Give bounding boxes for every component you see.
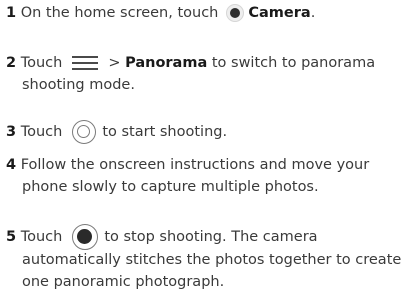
step-5: 5 Touch to stop shooting. The camera (6, 224, 318, 250)
step-number: 1 (6, 5, 17, 21)
shutter-icon (72, 120, 97, 144)
menu-icon (72, 54, 99, 72)
step-text-end: to stop shooting. The camera (104, 229, 318, 245)
step-4: 4 Follow the onscreen instructions and m… (6, 155, 369, 177)
stop-icon (72, 224, 99, 250)
step-1: 1 On the home screen, touch Camera. (6, 3, 315, 25)
step-text: Touch (20, 55, 63, 71)
step-text: On the home screen, touch (20, 5, 219, 21)
step-text: Touch (20, 229, 63, 245)
step-text: Follow the onscreen instructions and mov… (20, 157, 370, 173)
step-5-line-3: one panoramic photograph. (22, 274, 225, 290)
camera-label: Camera (248, 5, 311, 21)
panorama-label: Panorama (125, 55, 208, 71)
step-text: Touch (20, 124, 63, 140)
step-2-line-2: shooting mode. (22, 77, 135, 93)
step-5-line-2: automatically stitches the photos togeth… (22, 252, 402, 268)
step-2: 2 Touch > Panorama to switch to panorama (6, 53, 375, 75)
step-number: 2 (6, 55, 17, 71)
step-3: 3 Touch to start shooting. (6, 120, 227, 144)
step-text-end: . (310, 5, 316, 21)
step-4-line-2: phone slowly to capture multiple photos. (22, 179, 319, 195)
step-text-end: to switch to panorama (207, 55, 376, 71)
camera-app-icon (226, 4, 245, 22)
step-number: 5 (6, 229, 17, 245)
menu-arrow: > (108, 55, 126, 71)
step-text-end: to start shooting. (102, 124, 228, 140)
step-number: 4 (6, 157, 17, 173)
step-number: 3 (6, 124, 17, 140)
